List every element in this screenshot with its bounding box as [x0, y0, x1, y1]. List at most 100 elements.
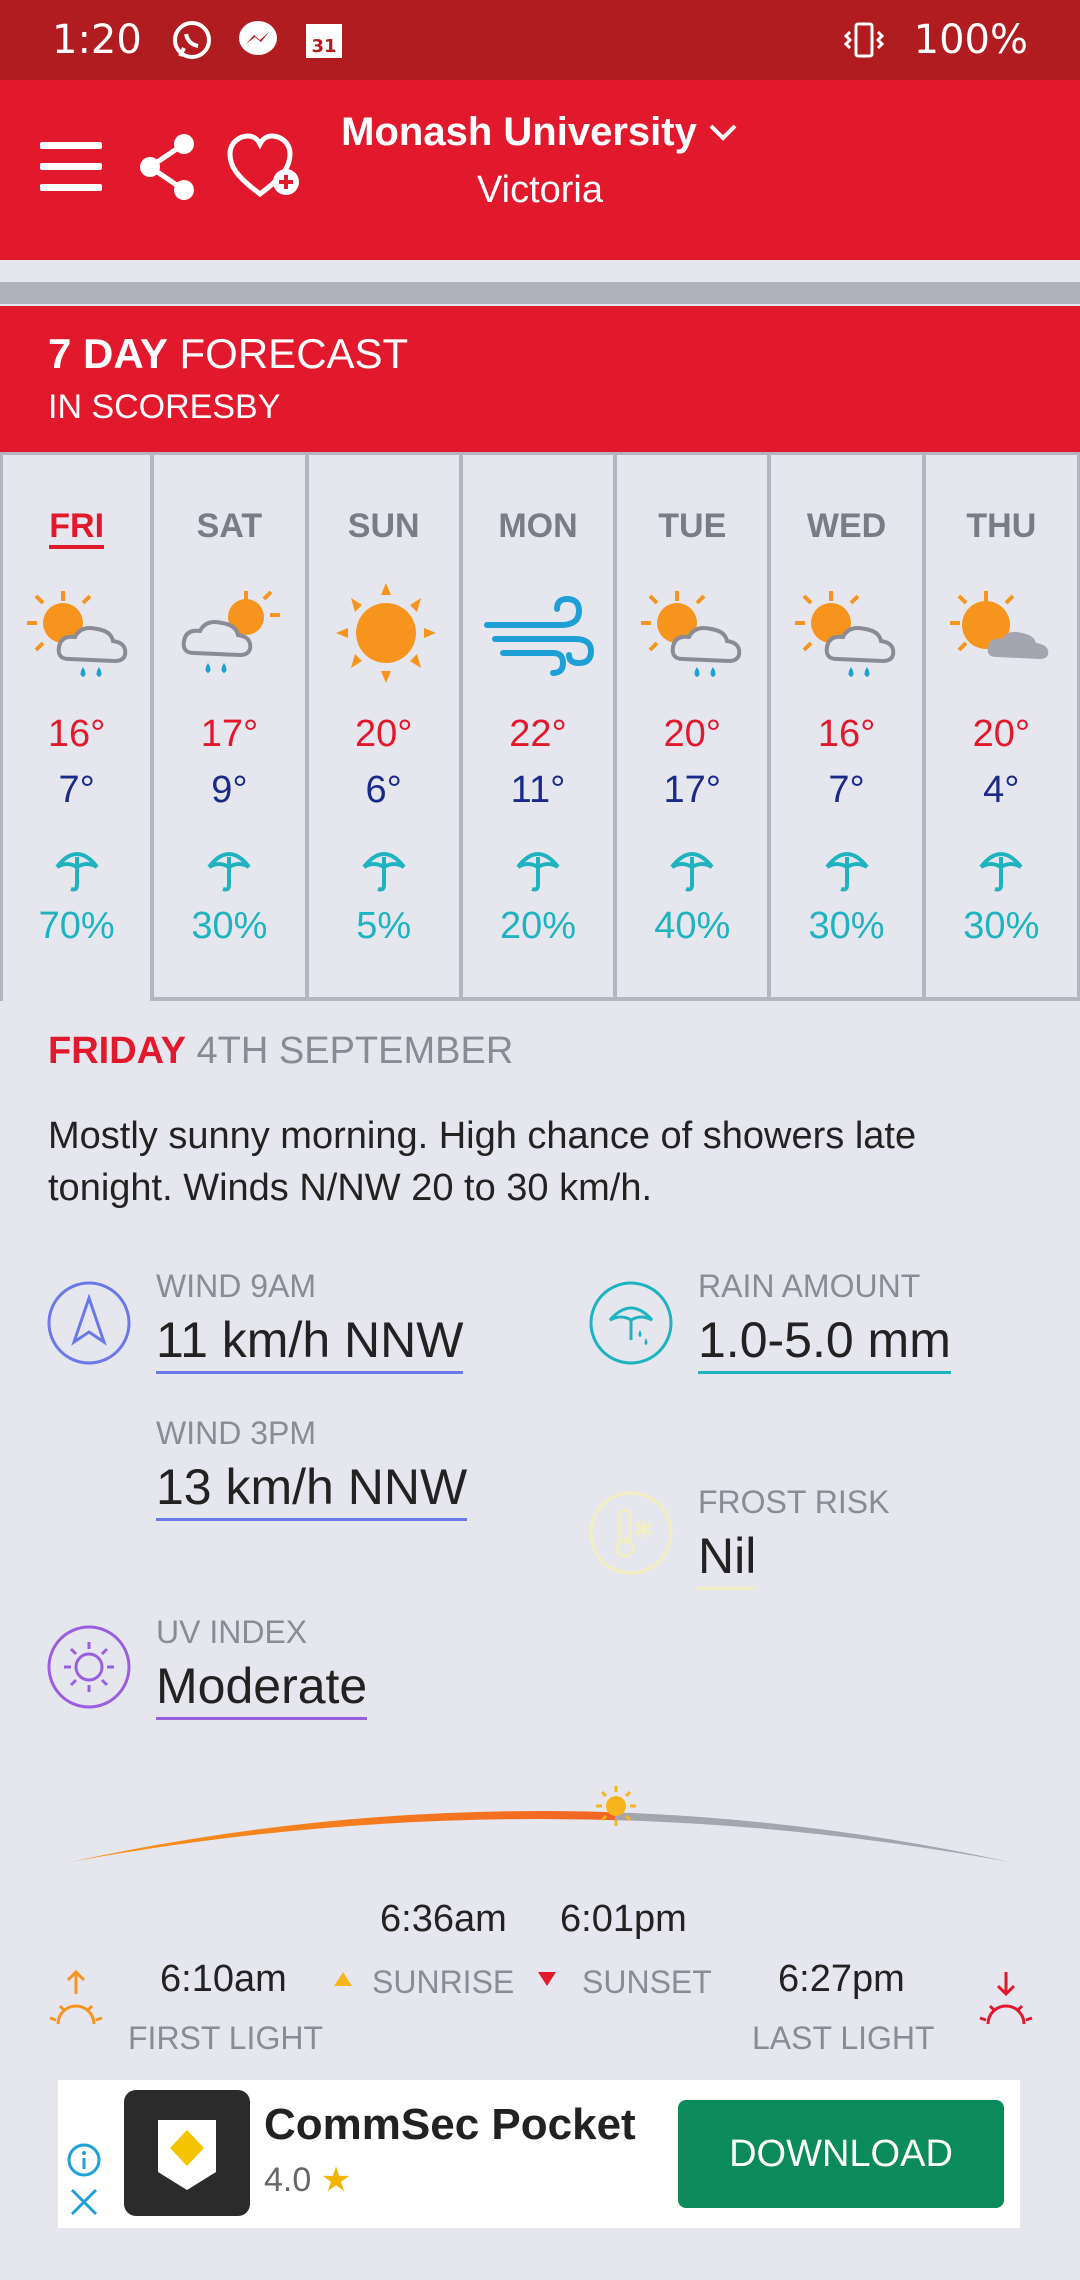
ad-app-name: CommSec Pocket	[264, 2100, 636, 2149]
rain-amount-icon	[589, 1281, 673, 1365]
umbrella-icon	[55, 852, 99, 892]
day-tab-fri[interactable]: FRI 16° 7° 70%	[0, 455, 155, 1001]
wind-3pm-label: WIND 3PM	[156, 1415, 316, 1451]
low-temp: 7°	[828, 769, 865, 811]
vibrate-icon	[843, 22, 884, 58]
day-name: THU	[966, 507, 1037, 545]
share-icon[interactable]	[136, 132, 200, 202]
rain-chance: 20%	[499, 905, 577, 947]
download-button[interactable]: DOWNLOAD	[678, 2100, 1004, 2208]
rain-chance: 30%	[963, 905, 1040, 947]
menu-button[interactable]	[40, 142, 102, 198]
messenger-icon	[238, 21, 277, 55]
ad-rating: 4.0 ★	[264, 2160, 351, 2200]
chevron-down-icon	[709, 124, 737, 141]
low-temp: 17°	[663, 769, 721, 811]
wind-3pm: WIND 3PM 13 km/h NNW	[156, 1415, 468, 1521]
close-icon[interactable]	[66, 2184, 102, 2220]
day-tab-wed[interactable]: WED 16° 7° 30%	[771, 455, 926, 1001]
calendar-icon: 31	[305, 24, 342, 58]
day-name: FRI	[49, 507, 105, 549]
frost-risk-value: Nil	[698, 1527, 757, 1590]
location-region: Victoria	[476, 169, 604, 211]
day-name: SAT	[196, 507, 263, 545]
low-temp: 9°	[211, 769, 248, 811]
sunset-label: SUNSET	[582, 1964, 712, 2000]
frost-risk: FROST RISK Nil	[698, 1484, 889, 1590]
high-temp: 17°	[200, 713, 259, 755]
low-temp: 7°	[58, 769, 95, 811]
wind-9am-label: WIND 9AM	[156, 1268, 316, 1304]
rain-chance: 5%	[356, 905, 412, 947]
wind-icon	[483, 595, 594, 676]
rain-chance: 70%	[38, 905, 115, 947]
detail-date: 4TH SEPTEMBER	[196, 1030, 514, 1072]
sun-cloud-rain-icon	[27, 591, 128, 677]
app-bar: Monash University Victoria	[0, 80, 1080, 260]
forecast-description: Mostly sunny morning. High chance of sho…	[48, 1115, 917, 1209]
rain-amount-label: RAIN AMOUNT	[698, 1268, 921, 1304]
location-name: Monash University	[341, 110, 697, 154]
whatsapp-icon	[172, 21, 211, 59]
wind-3pm-value: 13 km/h NNW	[156, 1458, 468, 1521]
day-tab-mon[interactable]: MON 22° 11° 20%	[462, 455, 618, 1001]
forecast-title-bold: 7 DAY	[48, 330, 168, 377]
umbrella-icon	[362, 852, 406, 892]
forecast-title: FORECAST	[179, 330, 409, 377]
high-temp: 16°	[47, 713, 106, 755]
first-light-label: FIRST LIGHT	[128, 2020, 323, 2050]
rain-chance: 30%	[808, 905, 885, 947]
umbrella-icon	[516, 852, 560, 892]
app-logo	[124, 2090, 250, 2216]
detail-day-name: FRIDAY	[48, 1030, 186, 1072]
sunrise-label: SUNRISE	[372, 1964, 515, 2000]
first-light-time: 6:10am	[160, 1958, 287, 2000]
sunset-time: 6:01pm	[560, 1898, 687, 1940]
sun-cloud-rain-icon	[795, 591, 896, 677]
frost-thermometer-icon	[589, 1491, 673, 1575]
sun-arc	[70, 1786, 1010, 1862]
info-icon[interactable]	[66, 2142, 102, 2178]
day-tab-thu[interactable]: THU 20° 4° 30%	[925, 455, 1080, 1001]
day-tab-tue[interactable]: TUE 20° 17° 40%	[617, 455, 772, 1001]
umbrella-icon	[979, 852, 1023, 892]
uv-index-label: UV INDEX	[156, 1614, 308, 1650]
location-selector[interactable]: Monash University Victoria	[330, 110, 750, 212]
sunrise-triangle-icon	[334, 1972, 352, 1986]
umbrella-icon	[824, 852, 869, 892]
sun-cloud-icon	[949, 591, 1048, 659]
rain-chance: 30%	[191, 905, 268, 947]
sun-cloud-rain-icon	[641, 591, 742, 677]
ad-rating-value: 4.0	[264, 2161, 312, 2199]
wind-9am-value: 11 km/h NNW	[156, 1311, 464, 1374]
uv-index-value: Moderate	[156, 1657, 368, 1720]
high-temp: 22°	[509, 713, 567, 755]
divider	[0, 282, 1080, 304]
day-tab-sat[interactable]: SAT 17° 9° 30%	[154, 455, 309, 1001]
high-temp: 20°	[972, 713, 1031, 755]
low-temp: 11°	[510, 769, 566, 811]
svg-text:31: 31	[311, 36, 336, 57]
rain-amount: RAIN AMOUNT 1.0-5.0 mm	[698, 1268, 951, 1374]
day-name: MON	[498, 507, 578, 545]
high-temp: 20°	[663, 713, 721, 755]
sunset-triangle-icon	[538, 1972, 556, 1986]
low-temp: 4°	[983, 769, 1020, 811]
hamburger-icon	[40, 142, 102, 149]
last-light-label: LAST LIGHT	[752, 2020, 935, 2050]
cloud-sun-rain-icon	[182, 590, 281, 673]
ad-banner[interactable]: CommSec Pocket 4.0 ★ DOWNLOAD	[58, 2080, 1020, 2228]
frost-risk-label: FROST RISK	[698, 1484, 890, 1520]
star-icon: ★	[320, 2161, 352, 2199]
forecast-subtitle: IN SCORESBY	[48, 388, 281, 426]
sunrise-time: 6:36am	[380, 1898, 507, 1940]
sun-position-icon	[596, 1786, 636, 1826]
add-favourite-icon[interactable]	[226, 132, 306, 202]
wind-9am: WIND 9AM 11 km/h NNW	[156, 1268, 464, 1374]
high-temp: 20°	[354, 713, 413, 755]
day-tab-sun[interactable]: SUN 20° 6° 5%	[308, 455, 463, 1001]
status-time: 1:20	[52, 17, 142, 63]
commsec-logo-icon	[158, 2120, 216, 2190]
wind-direction-icon	[47, 1281, 131, 1365]
high-temp: 16°	[817, 713, 876, 755]
